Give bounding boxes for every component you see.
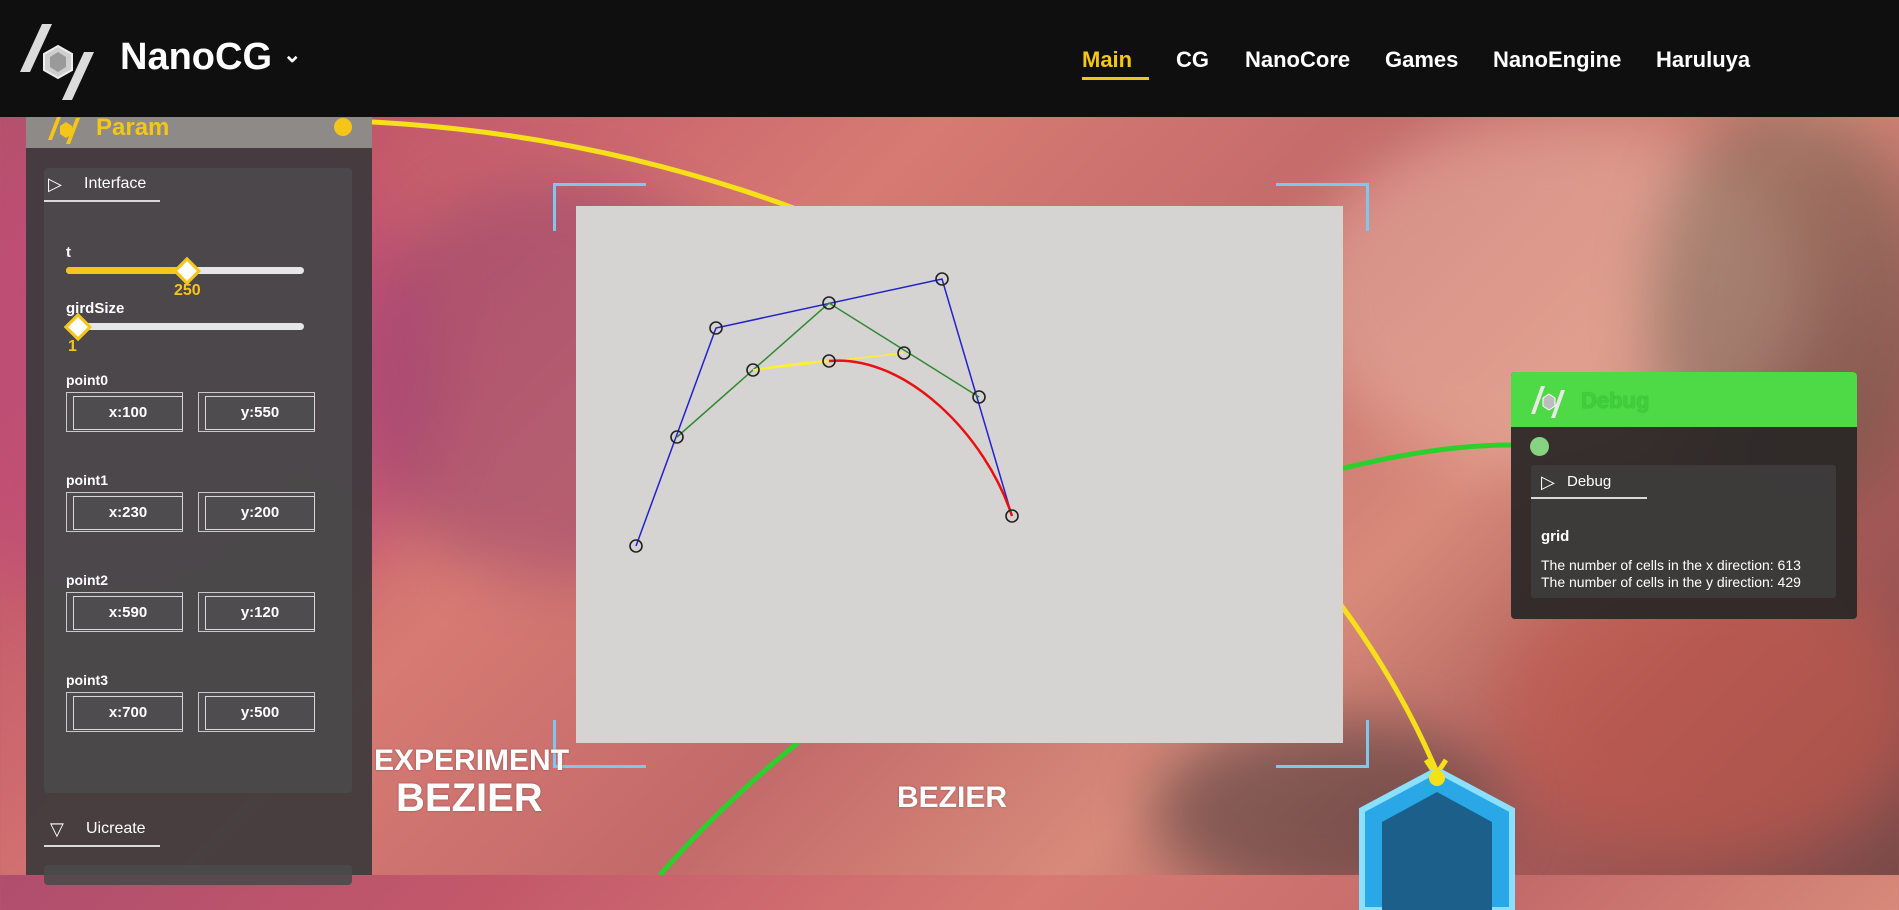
bezier-curve	[828, 359, 1014, 517]
point3-label: point3	[66, 672, 108, 688]
slider-gridsize-thumb[interactable]	[63, 312, 93, 342]
nav-nanocore[interactable]: NanoCore	[1245, 47, 1350, 73]
bezier-big-label: BEZIER	[396, 776, 543, 820]
point2-x-value: x:590	[73, 596, 183, 630]
slider-gridsize-track[interactable]	[66, 323, 304, 330]
nav-haruluya[interactable]: Haruluya	[1656, 47, 1750, 73]
bezier-canvas[interactable]	[576, 206, 1343, 743]
param-panel: Param ▷ Interface t 250 girdSize 1 point…	[26, 110, 372, 885]
point1-label: point1	[66, 472, 108, 488]
control-polygon	[635, 278, 1013, 547]
debug-grid-heading: grid	[1541, 528, 1570, 545]
uicreate-tab-underline	[44, 845, 160, 847]
uicreate-tab[interactable]: ▽ Uicreate	[50, 819, 180, 841]
debug-tab-underline	[1531, 497, 1647, 499]
slider-t-label: t	[66, 244, 71, 261]
brand-name[interactable]: NanoCG	[120, 36, 272, 79]
slider-gridsize-value: 1	[68, 338, 77, 355]
point1-x-field[interactable]: x:230	[66, 492, 183, 532]
debug-input-port[interactable]	[1530, 437, 1549, 456]
nav-nanoengine[interactable]: NanoEngine	[1493, 47, 1621, 73]
point3-x-value: x:700	[73, 696, 183, 730]
uicreate-section	[44, 865, 352, 885]
point0-y-value: y:550	[205, 396, 315, 430]
nav-main[interactable]: Main	[1082, 47, 1132, 73]
brand-dropdown-chevron-icon[interactable]: ⌄	[283, 42, 301, 68]
slider-t-value: 250	[174, 282, 201, 299]
top-navbar: NanoCG ⌄ Main CG NanoCore Games NanoEngi…	[0, 0, 1899, 117]
debug-header[interactable]: Debug	[1511, 372, 1857, 427]
point2-y-field[interactable]: y:120	[198, 592, 315, 632]
debug-tab-label: Debug	[1567, 473, 1612, 490]
point1-y-field[interactable]: y:200	[198, 492, 315, 532]
level1-polygon	[676, 302, 980, 438]
bezier-center-label: BEZIER	[897, 781, 1008, 814]
point2-y-value: y:120	[205, 596, 315, 630]
point2-label: point2	[66, 572, 108, 588]
nav-games[interactable]: Games	[1385, 47, 1458, 73]
debug-tab[interactable]: ▷ Debug	[1541, 472, 1651, 492]
bezier-drawing	[629, 272, 1019, 553]
interface-tab-label: Interface	[84, 175, 147, 192]
collapse-triangle-icon: ▷	[48, 174, 62, 194]
point0-x-value: x:100	[73, 396, 183, 430]
point3-x-field[interactable]: x:700	[66, 692, 183, 732]
expand-triangle-icon: ▽	[50, 819, 64, 839]
point1-y-value: y:200	[205, 496, 315, 530]
point1-x-value: x:230	[73, 496, 183, 530]
debug-logo-icon	[1531, 386, 1565, 418]
debug-section: ▷ Debug grid The number of cells in the …	[1531, 465, 1836, 598]
debug-panel: Debug ▷ Debug grid The number of cells i…	[1511, 372, 1857, 619]
slider-t-fill	[66, 267, 185, 274]
point3-y-value: y:500	[205, 696, 315, 730]
experiment-label: EXPERIMENT	[374, 744, 570, 777]
interface-tab-underline	[44, 200, 160, 202]
debug-line-x: The number of cells in the x direction: …	[1541, 557, 1801, 573]
param-title: Param	[96, 114, 170, 141]
debug-line-y: The number of cells in the y direction: …	[1541, 574, 1801, 590]
point2-x-field[interactable]: x:590	[66, 592, 183, 632]
nanocg-logo-icon[interactable]	[12, 12, 104, 104]
debug-title: Debug	[1581, 388, 1650, 413]
slider-t-thumb[interactable]	[172, 256, 202, 286]
nav-active-underline	[1082, 77, 1149, 80]
interface-section: ▷ Interface t 250 girdSize 1 point0 x:10…	[44, 168, 352, 793]
point3-y-field[interactable]: y:500	[198, 692, 315, 732]
uicreate-tab-label: Uicreate	[86, 820, 146, 837]
point0-x-field[interactable]: x:100	[66, 392, 183, 432]
point0-label: point0	[66, 372, 108, 388]
param-output-port[interactable]	[334, 118, 352, 136]
nav-cg[interactable]: CG	[1176, 47, 1209, 73]
collapse-triangle-icon: ▷	[1541, 472, 1555, 492]
hex-core-node-icon[interactable]	[1352, 770, 1522, 910]
interface-tab[interactable]: ▷ Interface	[48, 174, 168, 196]
point0-y-field[interactable]: y:550	[198, 392, 315, 432]
